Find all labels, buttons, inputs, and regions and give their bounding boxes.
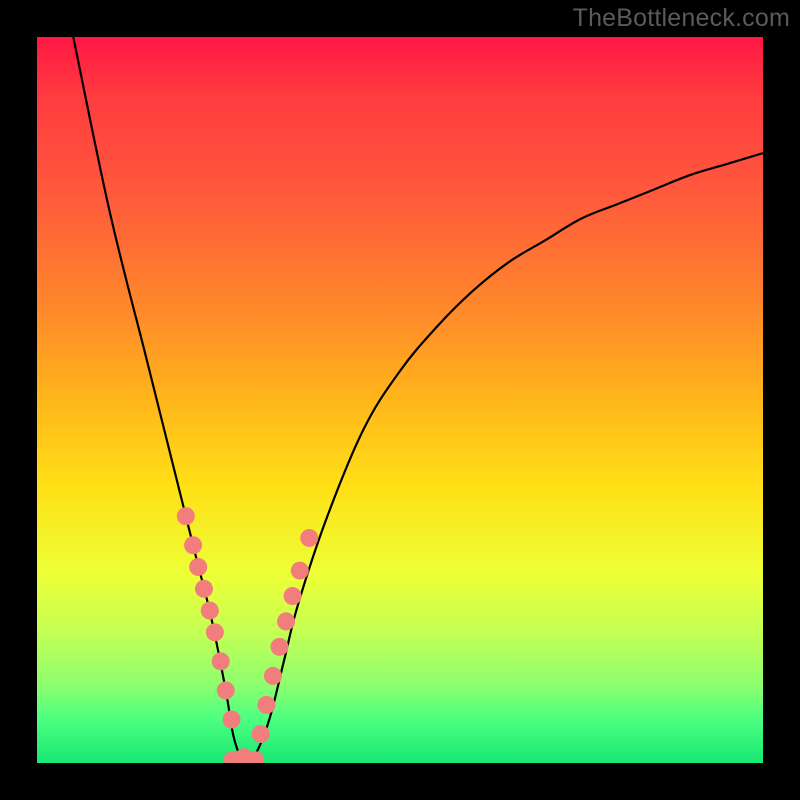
highlight-markers bbox=[177, 507, 318, 763]
marker-dot bbox=[195, 580, 213, 598]
marker-dot bbox=[284, 587, 302, 605]
marker-dot bbox=[277, 612, 295, 630]
curve-layer bbox=[37, 37, 763, 763]
marker-dot bbox=[291, 562, 309, 580]
marker-dot bbox=[252, 725, 270, 743]
marker-dot bbox=[201, 602, 219, 620]
marker-dot bbox=[217, 681, 235, 699]
chart-frame: TheBottleneck.com bbox=[0, 0, 800, 800]
marker-dot bbox=[189, 558, 207, 576]
marker-dot bbox=[270, 638, 288, 656]
marker-dot bbox=[300, 529, 318, 547]
marker-dot bbox=[212, 652, 230, 670]
bottleneck-curve bbox=[73, 37, 763, 760]
watermark-text: TheBottleneck.com bbox=[573, 4, 790, 33]
marker-dot bbox=[177, 507, 195, 525]
marker-dot bbox=[206, 623, 224, 641]
marker-dot bbox=[257, 696, 275, 714]
marker-dot bbox=[184, 536, 202, 554]
marker-dot bbox=[264, 667, 282, 685]
plot-area bbox=[37, 37, 763, 763]
marker-dot bbox=[223, 710, 241, 728]
